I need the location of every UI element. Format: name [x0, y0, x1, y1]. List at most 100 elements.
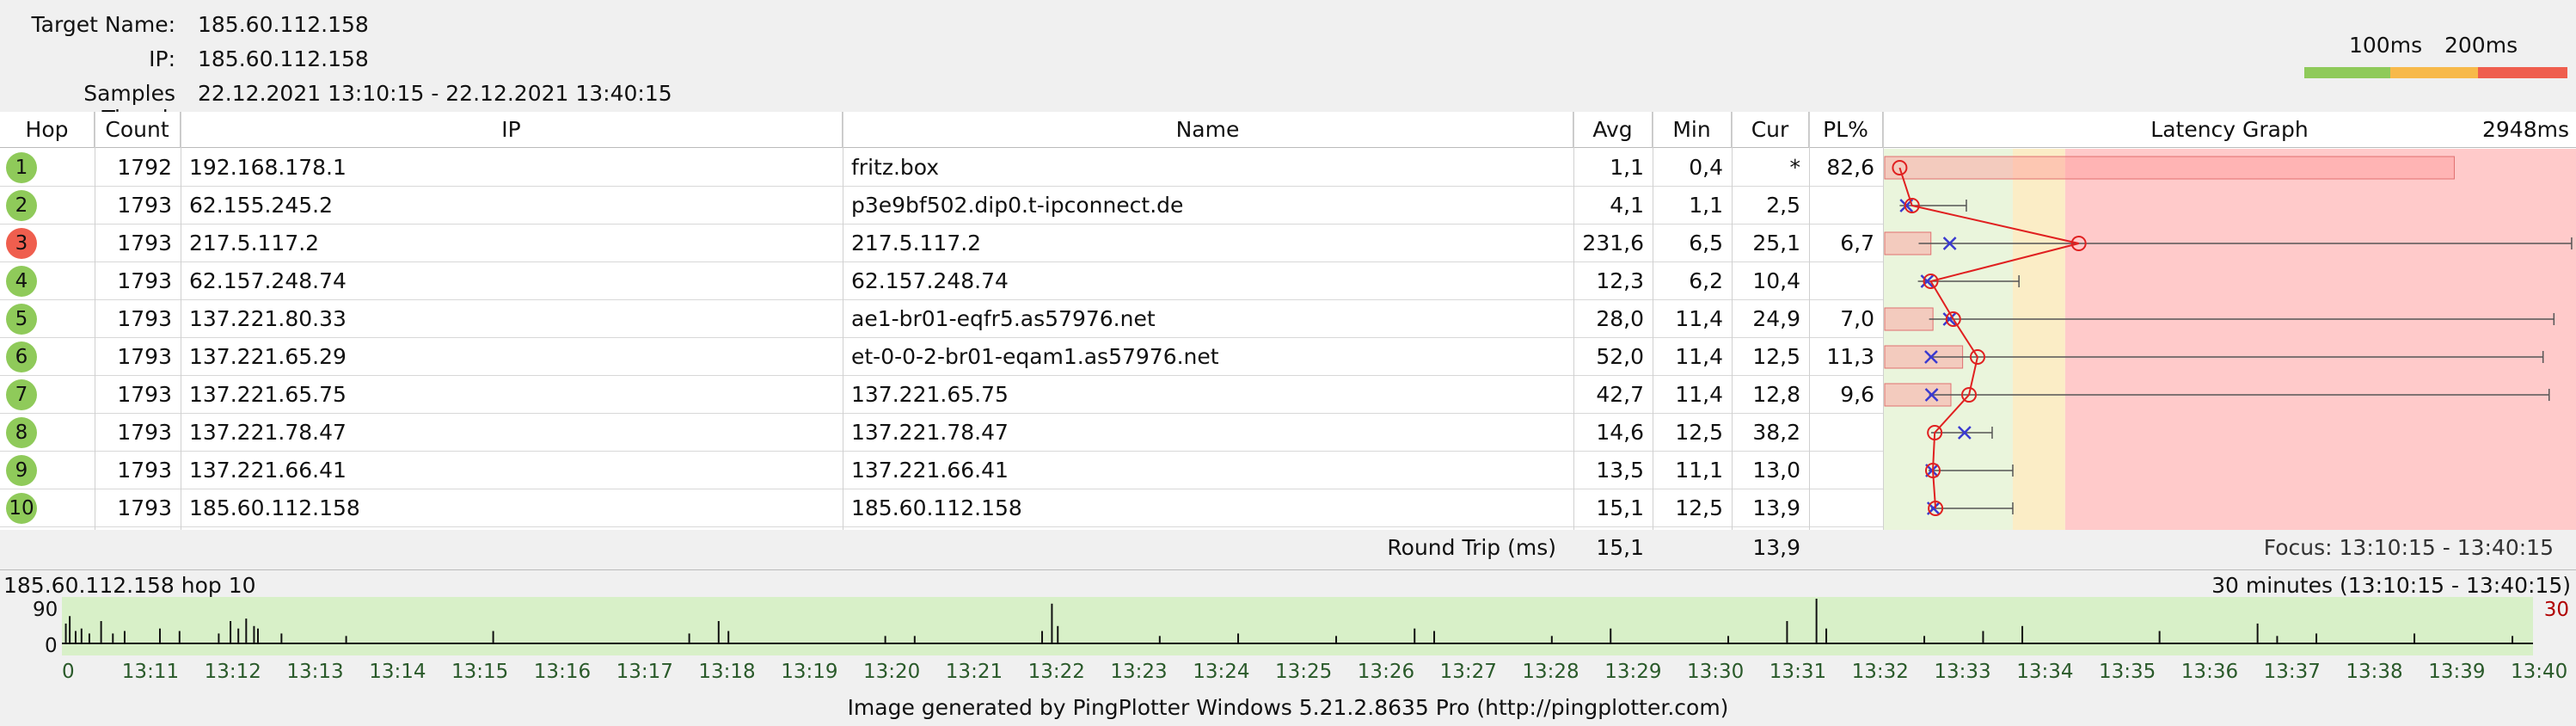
hop-status-badge: 2 — [6, 190, 37, 221]
hop-cell: 4 — [0, 262, 95, 300]
avg-cell: 12,3 — [1596, 268, 1644, 293]
round-trip-avg: 15,1 — [1596, 535, 1644, 560]
packet-loss-bar — [1884, 307, 1934, 331]
hop-status-badge: 4 — [6, 266, 37, 297]
col-cur-header[interactable]: Cur — [1732, 112, 1809, 148]
avg-cell: 42,7 — [1596, 382, 1644, 407]
hop-status-badge: 6 — [6, 341, 37, 372]
cur-cell: 12,5 — [1752, 344, 1800, 369]
timeline-y-top: 90 — [33, 599, 58, 621]
hop-cell: 9 — [0, 452, 95, 489]
timeline-tick-label: 13:34 — [2016, 661, 2074, 683]
avg-cell: 1,1 — [1610, 155, 1644, 180]
timeline-tick-label: 13:17 — [616, 661, 673, 683]
timeline-tick-label: 0 — [62, 661, 75, 683]
ip-cell: 137.221.80.33 — [189, 306, 347, 331]
timeline-tick-label: 13:20 — [863, 661, 921, 683]
ip-cell: 62.155.245.2 — [189, 193, 333, 218]
col-avg-header[interactable]: Avg — [1573, 112, 1653, 148]
count-cell: 1793 — [117, 306, 172, 331]
count-cell: 1793 — [117, 344, 172, 369]
timeline-tick-label: 13:36 — [2180, 661, 2239, 683]
cur-cell: 24,9 — [1752, 306, 1800, 331]
latency-legend: 100ms 200ms — [2304, 33, 2567, 81]
legend-orange — [2390, 67, 2478, 78]
timeline-background — [62, 597, 2533, 655]
ip-cell: 185.60.112.158 — [189, 495, 360, 520]
ip-cell: 137.221.65.29 — [189, 344, 347, 369]
timeline-range: 30 minutes (13:10:15 - 13:40:15) — [2211, 573, 2571, 598]
name-cell: 137.221.66.41 — [851, 458, 1009, 483]
round-trip-cur: 13,9 — [1752, 535, 1800, 560]
timeline-chart[interactable] — [62, 597, 2533, 655]
hop-cell: 2 — [0, 187, 95, 225]
name-cell: 137.221.78.47 — [851, 420, 1009, 445]
min-cell: 0,4 — [1689, 155, 1723, 180]
timeline-tick-label: 13:38 — [2346, 661, 2403, 683]
table-row[interactable]: 7 1793 137.221.65.75 137.221.65.75 42,7 11,4 1… — [0, 376, 1883, 414]
avg-cell: 14,6 — [1596, 420, 1644, 445]
count-cell: 1793 — [117, 193, 172, 218]
hop-cell: 8 — [0, 414, 95, 452]
table-row[interactable]: 6 1793 137.221.65.29 et-0-0-2-br01-eqam1.as… — [0, 338, 1883, 376]
col-min-header[interactable]: Min — [1653, 112, 1732, 148]
avg-cell: 13,5 — [1596, 458, 1644, 483]
count-cell: 1793 — [117, 231, 172, 255]
legend-red — [2478, 67, 2567, 78]
timeline-tick-label: 13:15 — [451, 661, 509, 683]
col-latency-graph-header[interactable]: Latency Graph 2948ms — [1883, 112, 2576, 148]
name-cell: 137.221.65.75 — [851, 382, 1009, 407]
legend-200ms-label: 200ms — [2444, 33, 2518, 58]
cur-cell: 25,1 — [1752, 231, 1800, 255]
timeline-tick-label: 13:19 — [781, 661, 838, 683]
table-row[interactable]: 9 1793 137.221.66.41 137.221.66.41 13,5 11,1 1… — [0, 452, 1883, 489]
col-count-header[interactable]: Count — [95, 112, 181, 148]
timeline-tick-label: 13:40 — [2511, 661, 2568, 683]
ip-cell: 137.221.65.75 — [189, 382, 347, 407]
name-cell: 217.5.117.2 — [851, 231, 982, 255]
graph-zone-bad — [2064, 149, 2576, 530]
legend-100ms-label: 100ms — [2349, 33, 2423, 58]
timeline-tick-label: 13:30 — [1687, 661, 1745, 683]
timeline-tick-label: 13:28 — [1522, 661, 1579, 683]
col-ip-header[interactable]: IP — [181, 112, 843, 148]
avg-cell: 28,0 — [1596, 306, 1644, 331]
table-row[interactable]: 3 1793 217.5.117.2 217.5.117.2 231,6 6,5 25,1 6… — [0, 225, 1883, 262]
count-cell: 1793 — [117, 458, 172, 483]
count-cell: 1793 — [117, 268, 172, 293]
timeline-tick-label: 13:32 — [1851, 661, 1909, 683]
ip-cell: 192.168.178.1 — [189, 155, 347, 180]
table-row[interactable]: 8 1793 137.221.78.47 137.221.78.47 14,6 12,5 3… — [0, 414, 1883, 452]
min-cell: 12,5 — [1675, 495, 1723, 520]
pl-cell: 6,7 — [1840, 231, 1874, 255]
timeline-tick-label: 13:12 — [204, 661, 261, 683]
name-cell: p3e9bf502.dip0.t-ipconnect.de — [851, 193, 1184, 218]
col-hop-header[interactable]: Hop — [0, 112, 95, 148]
hop-status-badge: 5 — [6, 304, 37, 335]
table-row[interactable]: 10 1793 185.60.112.158 185.60.112.158 15,1 12… — [0, 489, 1883, 527]
table-row[interactable]: 4 1793 62.157.248.74 62.157.248.74 12,3 6,2 10… — [0, 262, 1883, 300]
table-row[interactable]: 5 1793 137.221.80.33 ae1-br01-eqfr5.as57976… — [0, 300, 1883, 338]
target-name-value: 185.60.112.158 — [198, 12, 369, 37]
col-pl-header[interactable]: PL% — [1809, 112, 1883, 148]
timeline-tick-label: 13:16 — [533, 661, 592, 683]
graph-zone-warn — [2012, 149, 2065, 530]
latency-graph-title: Latency Graph — [2150, 117, 2309, 142]
pl-cell — [1809, 187, 1883, 225]
timeline-title: 185.60.112.158 hop 10 — [3, 573, 256, 598]
table-row[interactable]: 2 1793 62.155.245.2 p3e9bf502.dip0.t-ipconn… — [0, 187, 1883, 225]
table-row[interactable]: 1 1792 192.168.178.1 fritz.box 1,1 0,4 * 82,6 — [0, 149, 1883, 187]
hop-status-badge: 8 — [6, 417, 37, 448]
timeline-tick-label: 13:26 — [1357, 661, 1415, 683]
pl-cell — [1809, 489, 1883, 527]
cur-cell: 10,4 — [1752, 268, 1800, 293]
hop-cell: 6 — [0, 338, 95, 376]
ip-cell: 62.157.248.74 — [189, 268, 347, 293]
cur-cell: 38,2 — [1752, 420, 1800, 445]
avg-cell: 231,6 — [1582, 231, 1644, 255]
timeline-tick-label: 13:39 — [2428, 661, 2486, 683]
avg-cell: 4,1 — [1610, 193, 1644, 218]
timeline-tick-label: 13:35 — [2099, 661, 2156, 683]
col-name-header[interactable]: Name — [843, 112, 1573, 148]
pl-cell: 11,3 — [1826, 344, 1874, 369]
